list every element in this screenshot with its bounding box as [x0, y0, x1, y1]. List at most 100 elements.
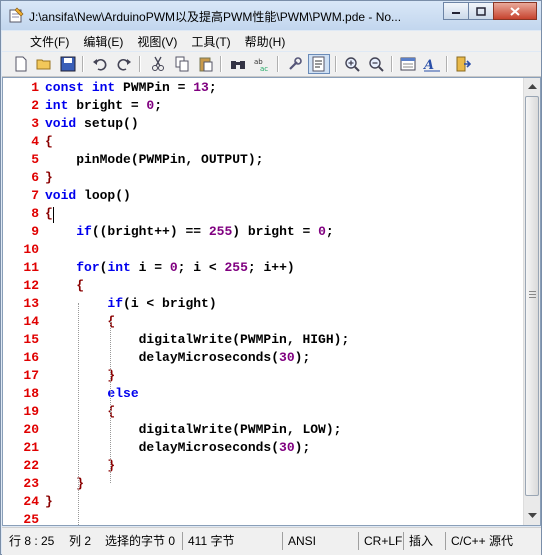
code-line[interactable]: 11 for(int i = 0; i < 255; i++): [3, 259, 519, 277]
code-line[interactable]: 25: [3, 511, 519, 526]
view-icon[interactable]: [399, 55, 417, 73]
status-insert-mode[interactable]: 插入: [403, 532, 433, 550]
code-line[interactable]: 10: [3, 241, 519, 259]
line-number: 13: [23, 296, 39, 311]
status-encoding[interactable]: ANSI: [282, 532, 316, 550]
code-line[interactable]: 5 pinMode(PWMPin, OUTPUT);: [3, 151, 519, 169]
status-line-ending[interactable]: CR+LF: [358, 532, 402, 550]
code-text: if(i < bright): [107, 296, 217, 311]
code-line[interactable]: 7 void loop(): [3, 187, 519, 205]
line-number: 18: [23, 386, 39, 401]
code-text: for(int i = 0; i < 255; i++): [76, 260, 295, 275]
maximize-button[interactable]: [468, 2, 494, 20]
line-number: 12: [23, 278, 39, 293]
exit-icon[interactable]: [454, 55, 472, 73]
code-editor[interactable]: 1 const int PWMPin = 13; 2 int bright = 0; 3…: [2, 77, 541, 526]
menu-file[interactable]: 文件(F): [23, 33, 76, 50]
font-icon[interactable]: A: [423, 55, 441, 73]
code-line[interactable]: 2 int bright = 0;: [3, 97, 519, 115]
line-number: 23: [23, 476, 39, 491]
line-number: 9: [31, 224, 39, 239]
code-line[interactable]: 18 else: [3, 385, 519, 403]
line-number: 1: [31, 80, 39, 95]
wrench-icon[interactable]: [286, 55, 304, 73]
line-number: 15: [23, 332, 39, 347]
line-number: 20: [23, 422, 39, 437]
line-number: 4: [31, 134, 39, 149]
zoom-in-icon[interactable]: [343, 55, 361, 73]
menu-view[interactable]: 视图(V): [130, 33, 184, 50]
close-button[interactable]: [493, 2, 537, 20]
code-text: }: [45, 170, 53, 185]
status-selected: 选择的字节 0: [105, 534, 176, 548]
status-syntax[interactable]: C/C++ 源代: [445, 532, 513, 550]
line-number: 16: [23, 350, 39, 365]
scroll-down-arrow-icon[interactable]: [524, 507, 540, 524]
new-file-icon[interactable]: [12, 55, 30, 73]
zoom-out-icon[interactable]: [367, 55, 385, 73]
code-text: {: [76, 278, 85, 293]
code-line[interactable]: 13 if(i < bright): [3, 295, 519, 313]
code-line[interactable]: 4{: [3, 133, 519, 151]
indent-guide: [78, 303, 79, 483]
code-text: }: [45, 494, 53, 509]
scroll-up-arrow-icon[interactable]: [524, 78, 540, 95]
undo-icon[interactable]: [91, 55, 109, 73]
code-line[interactable]: 1 const int PWMPin = 13;: [3, 79, 519, 97]
line-number: 14: [23, 314, 39, 329]
code-text: pinMode(PWMPin, OUTPUT);: [45, 152, 264, 167]
code-text: delayMicroseconds(30);: [45, 440, 311, 455]
code-line[interactable]: 21 delayMicroseconds(30);: [3, 439, 519, 457]
menu-help[interactable]: 帮助(H): [238, 33, 293, 50]
scroll-thumb[interactable]: [525, 96, 539, 496]
code-line[interactable]: 23 }: [3, 475, 519, 493]
code-line[interactable]: 19 {: [3, 403, 519, 421]
code-text: {: [45, 206, 53, 221]
title-bar[interactable]: J:\ansifa\New\ArduinoPWM以及提高PWM性能\PWM\PW…: [1, 1, 541, 30]
status-bar: 行 8 : 25 列 2 选择的字节 0 411 字节 ANSI CR+LF 插…: [2, 527, 541, 555]
toolbar: ab ac A: [2, 52, 541, 77]
replace-icon[interactable]: ab ac: [253, 55, 271, 73]
menu-bar: 文件(F) 编辑(E) 视图(V) 工具(T) 帮助(H): [2, 31, 541, 51]
code-line[interactable]: 14 {: [3, 313, 519, 331]
code-text: {: [45, 134, 53, 149]
close-icon: [510, 6, 520, 16]
code-line[interactable]: 6}: [3, 169, 519, 187]
code-line[interactable]: 3 void setup(): [3, 115, 519, 133]
line-number: 17: [23, 368, 39, 383]
minimize-button[interactable]: [443, 2, 469, 20]
code-line[interactable]: 16 delayMicroseconds(30);: [3, 349, 519, 367]
code-line[interactable]: 9 if((bright++) == 255) bright = 0;: [3, 223, 519, 241]
copy-icon[interactable]: [173, 55, 191, 73]
status-column: 列 2: [69, 534, 92, 548]
line-number: 3: [31, 116, 39, 131]
code-line[interactable]: 17 }: [3, 367, 519, 385]
save-icon[interactable]: [59, 55, 77, 73]
find-icon[interactable]: [229, 55, 247, 73]
line-number: 19: [23, 404, 39, 419]
line-number: 25: [23, 512, 39, 526]
menu-edit[interactable]: 编辑(E): [76, 33, 130, 50]
code-line[interactable]: 15 digitalWrite(PWMPin, HIGH);: [3, 331, 519, 349]
code-text: }: [107, 458, 116, 473]
line-number: 24: [23, 494, 39, 509]
code-line[interactable]: 20 digitalWrite(PWMPin, LOW);: [3, 421, 519, 439]
open-folder-icon[interactable]: [35, 55, 53, 73]
line-number: 7: [31, 188, 39, 203]
paste-icon[interactable]: [197, 55, 215, 73]
indent-guide: [110, 411, 111, 465]
code-line[interactable]: 24}: [3, 493, 519, 511]
line-number: 2: [31, 98, 39, 113]
code-text: digitalWrite(PWMPin, HIGH);: [45, 332, 350, 347]
code-text: {: [107, 404, 116, 419]
word-wrap-icon[interactable]: [308, 54, 330, 74]
code-line[interactable]: 22 }: [3, 457, 519, 475]
code-line[interactable]: 8{: [3, 205, 519, 223]
redo-icon[interactable]: [115, 55, 133, 73]
maximize-icon: [476, 6, 486, 16]
code-line[interactable]: 12 {: [3, 277, 519, 295]
code-text: const int PWMPin = 13;: [45, 80, 217, 95]
vertical-scrollbar[interactable]: [523, 78, 540, 525]
menu-tools[interactable]: 工具(T): [184, 33, 237, 50]
cut-icon[interactable]: [149, 55, 167, 73]
